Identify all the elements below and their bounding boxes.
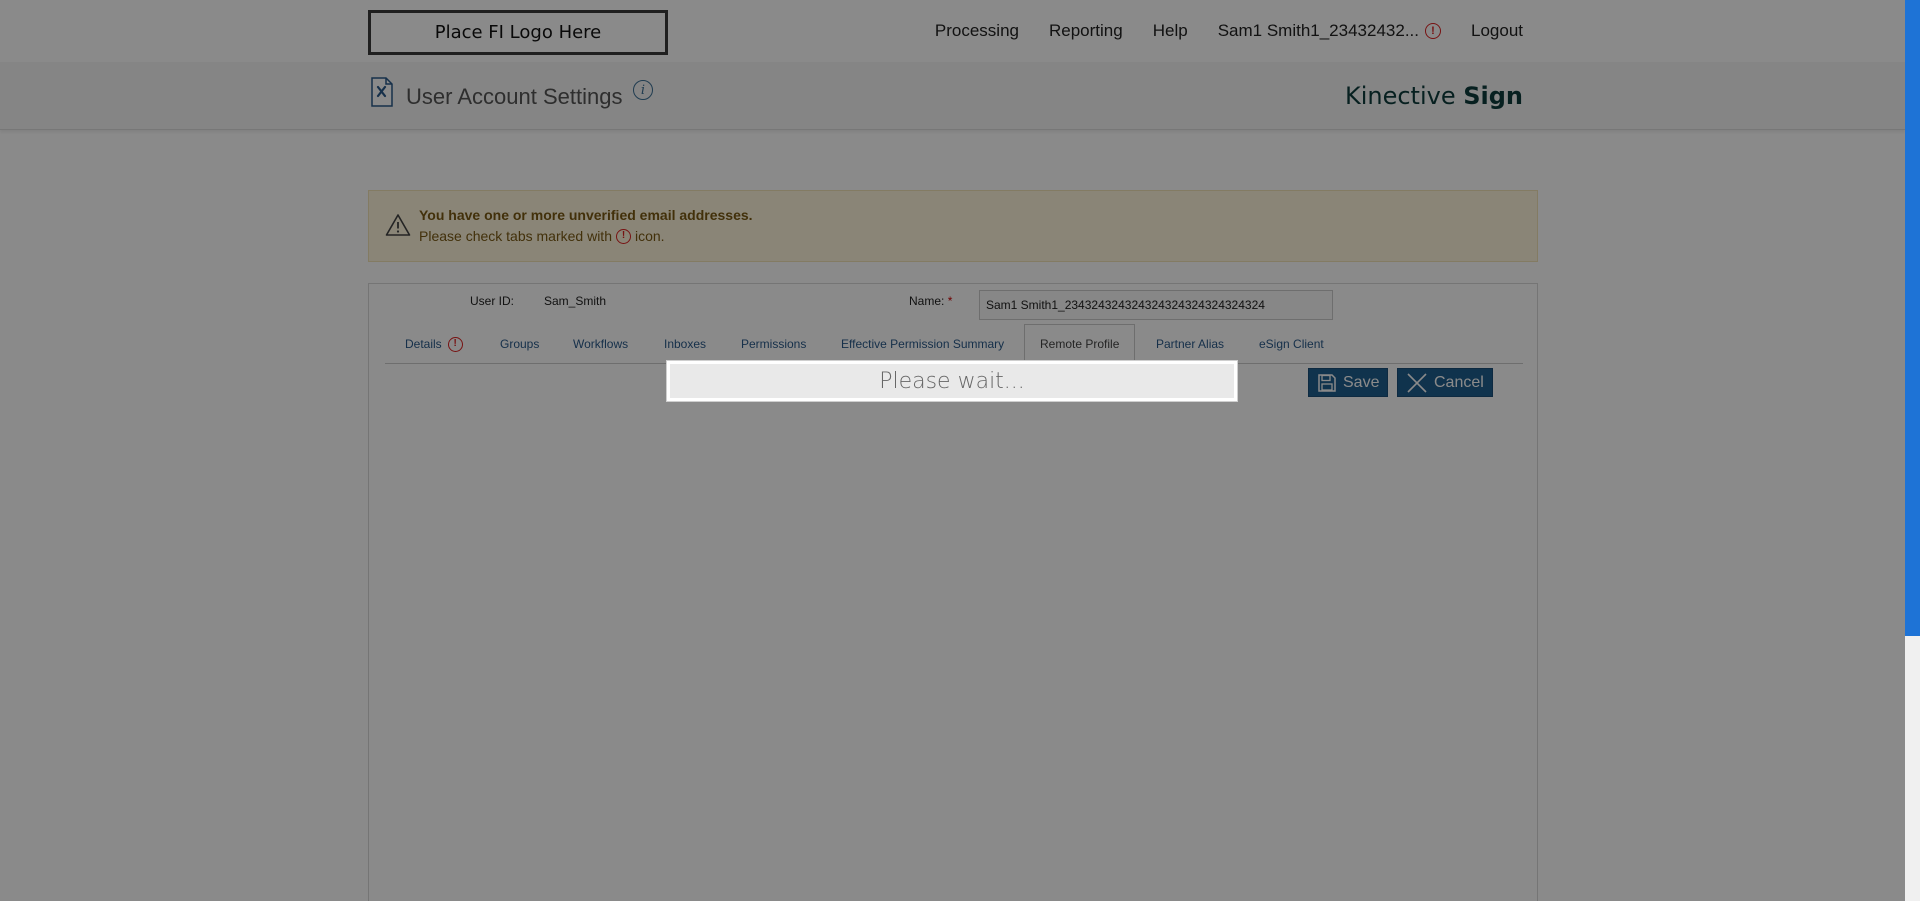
- loading-overlay: Please wait...: [0, 0, 1905, 901]
- scrollbar-thumb[interactable]: [1905, 0, 1920, 636]
- please-wait-dialog: Please wait...: [666, 360, 1238, 402]
- vertical-scrollbar[interactable]: [1905, 0, 1920, 901]
- app-window: Place FI Logo Here Processing Reporting …: [0, 0, 1905, 901]
